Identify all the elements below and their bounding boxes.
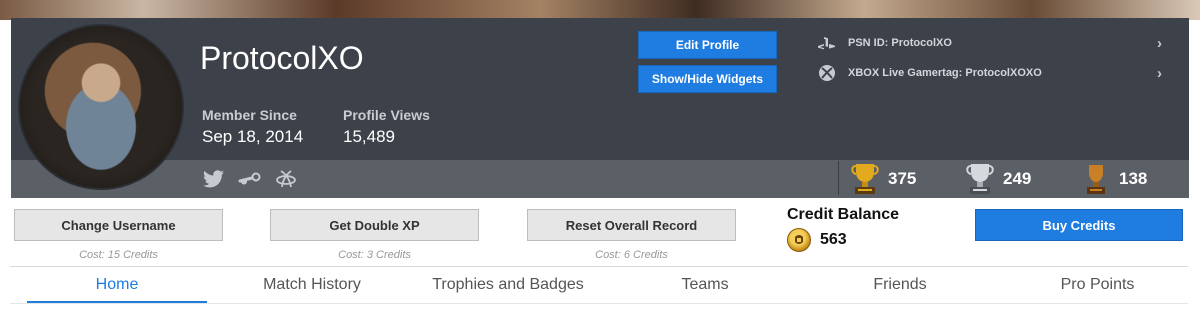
- credit-balance-value: 563: [820, 231, 847, 248]
- xbox-gamertag-row[interactable]: XBOX Live Gamertag: ProtocolXOXO ›: [816, 63, 1162, 83]
- chevron-right-icon: ›: [1157, 34, 1162, 52]
- edit-profile-button[interactable]: Edit Profile: [638, 31, 777, 59]
- chevron-right-icon: ›: [1157, 64, 1162, 82]
- bronze-trophy-count: 138: [1119, 169, 1148, 188]
- battlenet-icon[interactable]: [273, 168, 299, 190]
- xbox-gamertag-text: XBOX Live Gamertag: ProtocolXOXO: [848, 67, 1042, 79]
- gold-trophy-count: 375: [888, 169, 917, 188]
- silver-trophy-count: 249: [1003, 169, 1032, 188]
- xbox-icon: [816, 65, 838, 81]
- playstation-icon: [816, 35, 838, 51]
- reset-overall-record-button[interactable]: Reset Overall Record: [527, 209, 736, 241]
- avatar[interactable]: [18, 24, 184, 190]
- gold-trophy-icon: [851, 164, 879, 194]
- buy-credits-button[interactable]: Buy Credits: [975, 209, 1183, 241]
- show-hide-widgets-button[interactable]: Show/Hide Widgets: [638, 65, 777, 93]
- steam-icon[interactable]: [237, 168, 263, 190]
- tab-teams[interactable]: Teams: [640, 276, 770, 300]
- tab-home[interactable]: Home: [27, 276, 207, 300]
- profile-banner-image: [0, 0, 1200, 20]
- credit-coin-icon: [787, 228, 811, 252]
- profile-views-label: Profile Views: [343, 107, 430, 123]
- psn-id-text: PSN ID: ProtocolXO: [848, 37, 952, 49]
- tab-match-history[interactable]: Match History: [232, 276, 392, 300]
- trophy-divider: [838, 161, 839, 195]
- tab-pro-points[interactable]: Pro Points: [1030, 276, 1165, 300]
- tabs-bottom-border: [10, 303, 1188, 304]
- silver-trophy-icon: [966, 164, 994, 194]
- psn-id-row[interactable]: PSN ID: ProtocolXO ›: [816, 33, 1162, 53]
- profile-views-value: 15,489: [343, 127, 395, 146]
- reset-overall-record-cost: Cost: 6 Credits: [595, 249, 668, 261]
- get-double-xp-button[interactable]: Get Double XP: [270, 209, 479, 241]
- change-username-button[interactable]: Change Username: [14, 209, 223, 241]
- tab-friends[interactable]: Friends: [835, 276, 965, 300]
- get-double-xp-cost: Cost: 3 Credits: [338, 249, 411, 261]
- bronze-trophy-stat: 138: [1081, 162, 1147, 196]
- credit-balance-title: Credit Balance: [787, 206, 900, 223]
- change-username-cost: Cost: 15 Credits: [79, 249, 158, 261]
- bronze-trophy-icon: [1087, 165, 1105, 194]
- member-since-value: Sep 18, 2014: [202, 127, 304, 146]
- gold-trophy-stat: 375: [850, 162, 916, 196]
- tab-trophies-and-badges[interactable]: Trophies and Badges: [418, 276, 598, 300]
- profile-username: ProtocolXO: [200, 40, 364, 76]
- silver-trophy-stat: 249: [965, 162, 1031, 196]
- tabs-top-border: [10, 266, 1188, 267]
- member-since-label: Member Since: [202, 107, 297, 123]
- twitter-icon[interactable]: [202, 168, 226, 190]
